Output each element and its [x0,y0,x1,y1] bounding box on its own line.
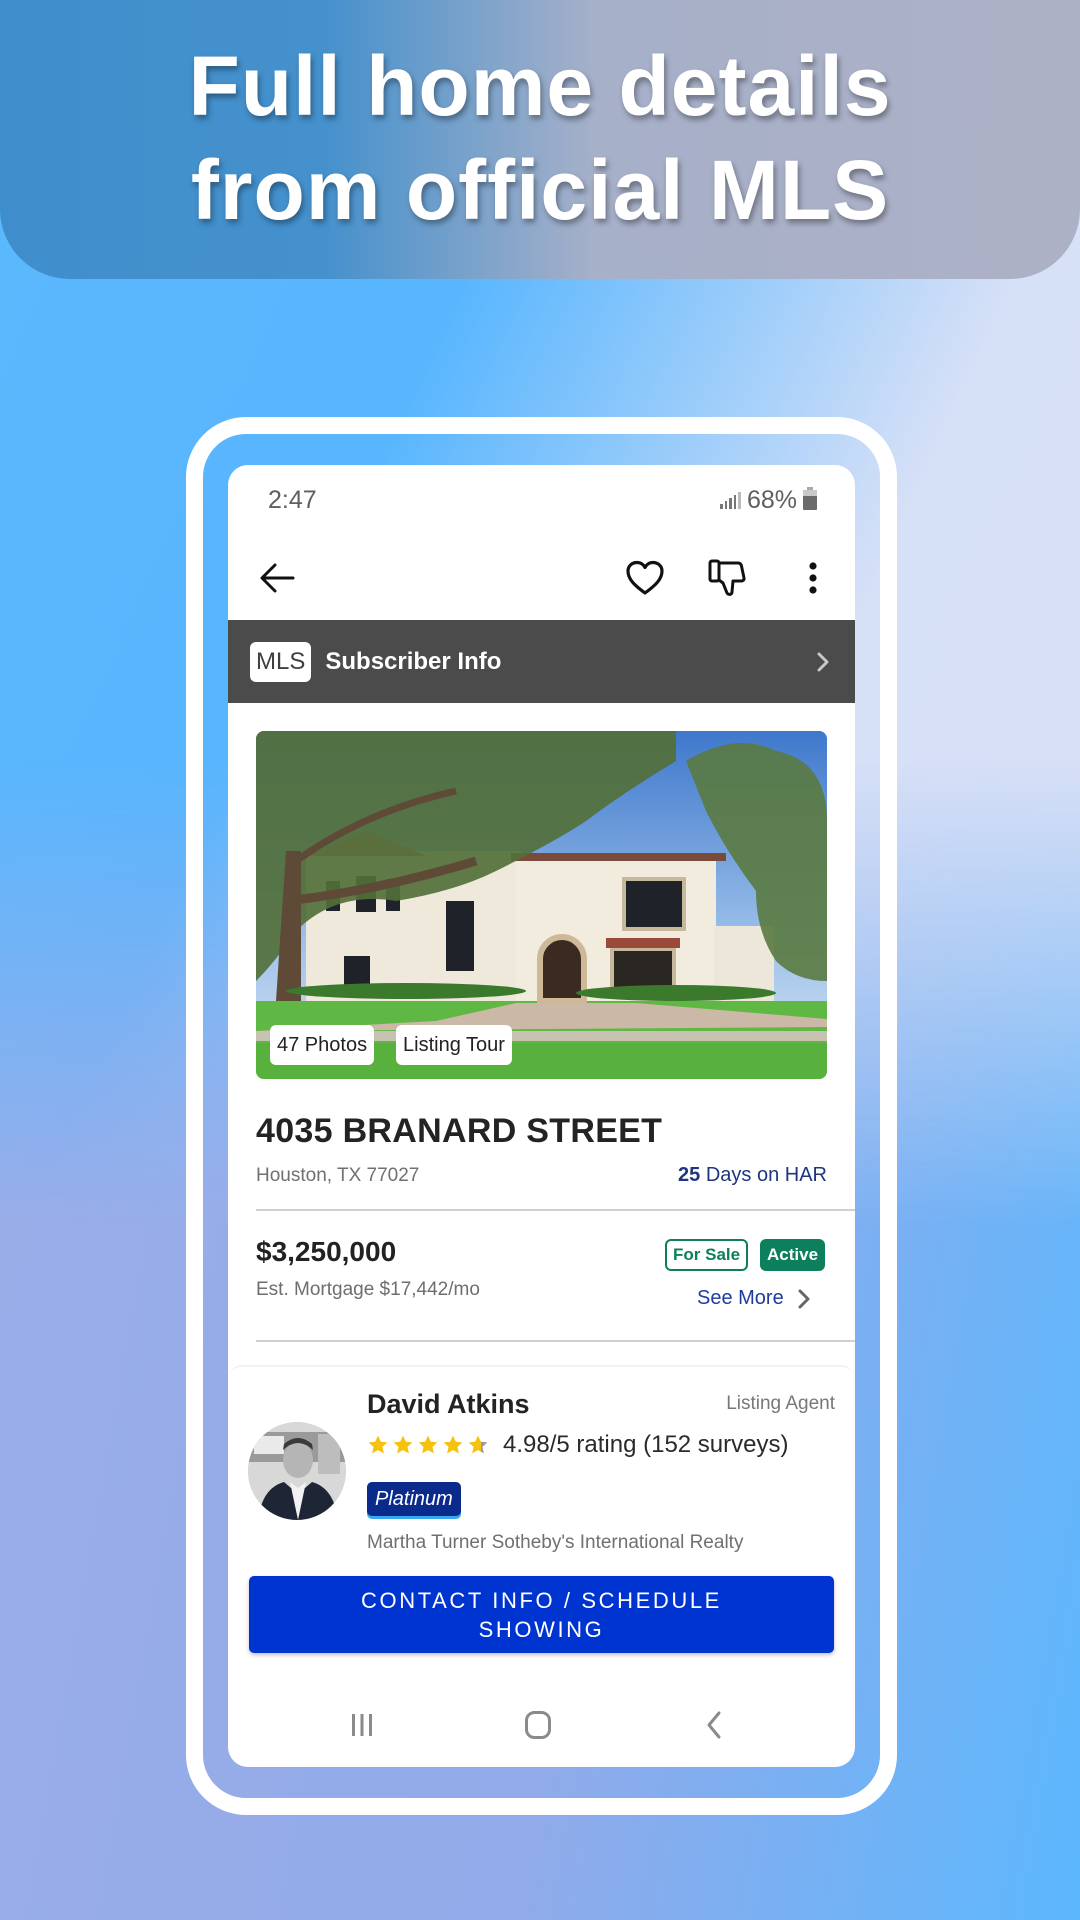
active-status-badge: Active [760,1239,826,1271]
back-icon [707,1711,721,1739]
chevron-right-icon [813,650,833,674]
more-options-button[interactable] [798,535,828,620]
promo-headline: Full home details from official MLS [188,34,891,242]
star-icon [443,1435,463,1454]
agent-tier-badge: Platinum [367,1482,461,1516]
days-label: Days on HAR [705,1164,827,1186]
phone-screen: 2:47 68% MLS Subscriber Info 47 Photos L… [228,465,855,1767]
listing-price: $3,250,000 [256,1236,397,1267]
divider [256,1340,855,1342]
status-bar: 2:47 68% [228,465,855,535]
home-button[interactable] [508,1685,568,1765]
toolbar [228,535,855,620]
battery-percent: 68% [746,485,797,514]
rating-stars [367,1434,489,1456]
back-button[interactable] [252,535,302,620]
see-more-link[interactable]: See More [697,1287,810,1310]
star-icon [393,1435,413,1454]
photos-count-chip[interactable]: 47 Photos [270,1025,375,1065]
battery-icon [803,487,817,510]
agent-rating: 4.98/5 rating (152 surveys) [367,1431,788,1459]
star-half-icon [468,1435,488,1454]
system-back-button[interactable] [684,1685,744,1765]
days-on-market: 25 Days on HAR [678,1164,827,1187]
rating-text: 4.98/5 rating (152 surveys) [503,1431,789,1458]
agent-role: Listing Agent [726,1393,835,1414]
home-icon [525,1711,551,1739]
listing-photo[interactable]: 47 Photos Listing Tour [256,731,827,1079]
mls-subscriber-bar[interactable]: MLS Subscriber Info [228,620,855,703]
agent-avatar[interactable] [248,1422,346,1520]
more-vertical-icon [809,561,817,594]
star-icon [418,1435,438,1454]
favorite-button[interactable] [620,535,670,620]
back-arrow-icon [260,563,295,592]
agent-brokerage: Martha Turner Sotheby's International Re… [367,1532,744,1553]
promo-banner: Full home details from official MLS [0,0,1080,279]
listing-tour-chip[interactable]: Listing Tour [396,1025,512,1065]
status-time: 2:47 [268,485,317,514]
agent-name[interactable]: David Atkins [367,1389,530,1420]
signal-icon [720,491,741,509]
contact-schedule-button[interactable]: CONTACT INFO / SCHEDULE SHOWING [249,1576,834,1653]
dislike-button[interactable] [702,535,752,620]
star-icon [368,1435,388,1454]
mls-subscriber-label: Subscriber Info [325,647,502,675]
listing-address: 4035 BRANARD STREET [256,1112,663,1150]
divider [256,1209,855,1211]
chevron-right-icon [798,1289,810,1308]
recent-apps-icon [352,1714,372,1736]
for-sale-badge: For Sale [665,1239,749,1271]
headline-line-2: from official MLS [190,142,890,237]
thumbs-down-icon [708,559,746,596]
heart-icon [626,560,664,595]
see-more-label: See More [697,1287,784,1309]
headline-line-1: Full home details [188,38,892,133]
system-nav-bar [228,1685,855,1765]
days-count: 25 [678,1164,701,1186]
status-right: 68% [720,486,817,515]
mls-badge: MLS [250,641,312,682]
listing-city: Houston, TX 77027 [256,1165,420,1186]
estimated-mortgage: Est. Mortgage $17,442/mo [256,1279,480,1300]
recent-apps-button[interactable] [332,1685,392,1765]
